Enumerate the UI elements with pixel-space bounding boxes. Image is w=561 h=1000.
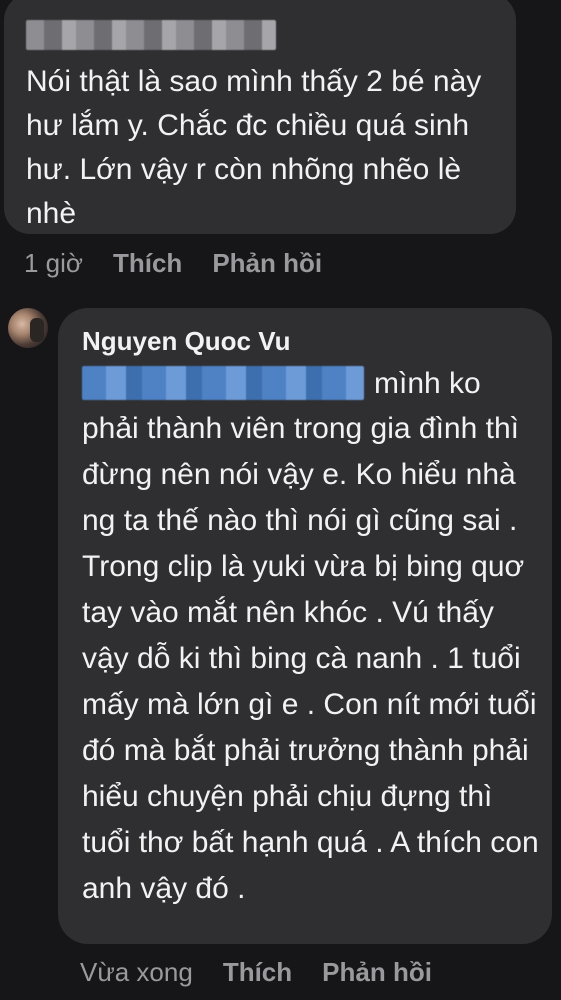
comment-timestamp: 1 giờ (24, 248, 83, 278)
reply-actions: Vừa xong Thích Phản hồi (80, 957, 462, 988)
reply-button[interactable]: Phản hồi (322, 957, 432, 988)
avatar[interactable] (8, 308, 48, 348)
redacted-mention[interactable] (82, 366, 364, 400)
like-button[interactable]: Thích (223, 957, 292, 988)
comment-text: Nói thật là sao mình thấy 2 bé này hư lắ… (26, 65, 482, 230)
reply-bubble: Nguyen Quoc Vu mình ko phải thành viên t… (58, 308, 552, 944)
comment-actions: 1 giờ Thích Phản hồi (24, 248, 352, 279)
comment-bubble: Nói thật là sao mình thấy 2 bé này hư lắ… (4, 0, 516, 234)
reply-author-name[interactable]: Nguyen Quoc Vu (82, 326, 291, 357)
reply-button[interactable]: Phản hồi (212, 248, 322, 279)
reply-timestamp: Vừa xong (80, 957, 193, 987)
reply-text: phải thành viên trong gia đình thì đừng … (82, 412, 539, 905)
redacted-author-name (26, 20, 276, 50)
like-button[interactable]: Thích (113, 248, 182, 279)
comment-thread: Nói thật là sao mình thấy 2 bé này hư lắ… (0, 0, 561, 1000)
reply-text-first-line: mình ko (374, 367, 481, 400)
